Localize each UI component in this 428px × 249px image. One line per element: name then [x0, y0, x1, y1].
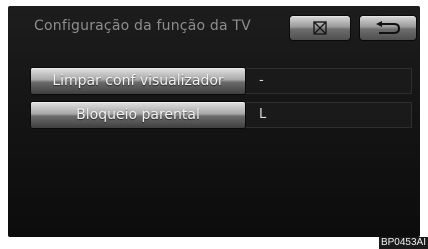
- setting-row-parental-lock: Bloqueio parental L: [30, 102, 412, 128]
- clear-viewer-settings-value: -: [259, 73, 264, 88]
- parental-lock-value: L: [259, 107, 267, 122]
- close-button[interactable]: [290, 16, 350, 40]
- page-title: Configuração da função da TV: [34, 18, 251, 34]
- setting-row-clear-viewer: Limpar conf visualizador -: [30, 68, 412, 94]
- title-bar: Configuração da função da TV: [24, 14, 416, 42]
- parental-lock-button[interactable]: Bloqueio parental: [31, 102, 245, 128]
- back-arrow-icon: [376, 21, 401, 34]
- figure-code-label: BP0453AI: [378, 237, 428, 249]
- clear-viewer-settings-button[interactable]: Limpar conf visualizador: [31, 68, 245, 94]
- close-box-icon: [313, 21, 327, 35]
- back-button[interactable]: [360, 16, 416, 40]
- tv-settings-screen: Configuração da função da TV Limpar conf…: [8, 6, 420, 237]
